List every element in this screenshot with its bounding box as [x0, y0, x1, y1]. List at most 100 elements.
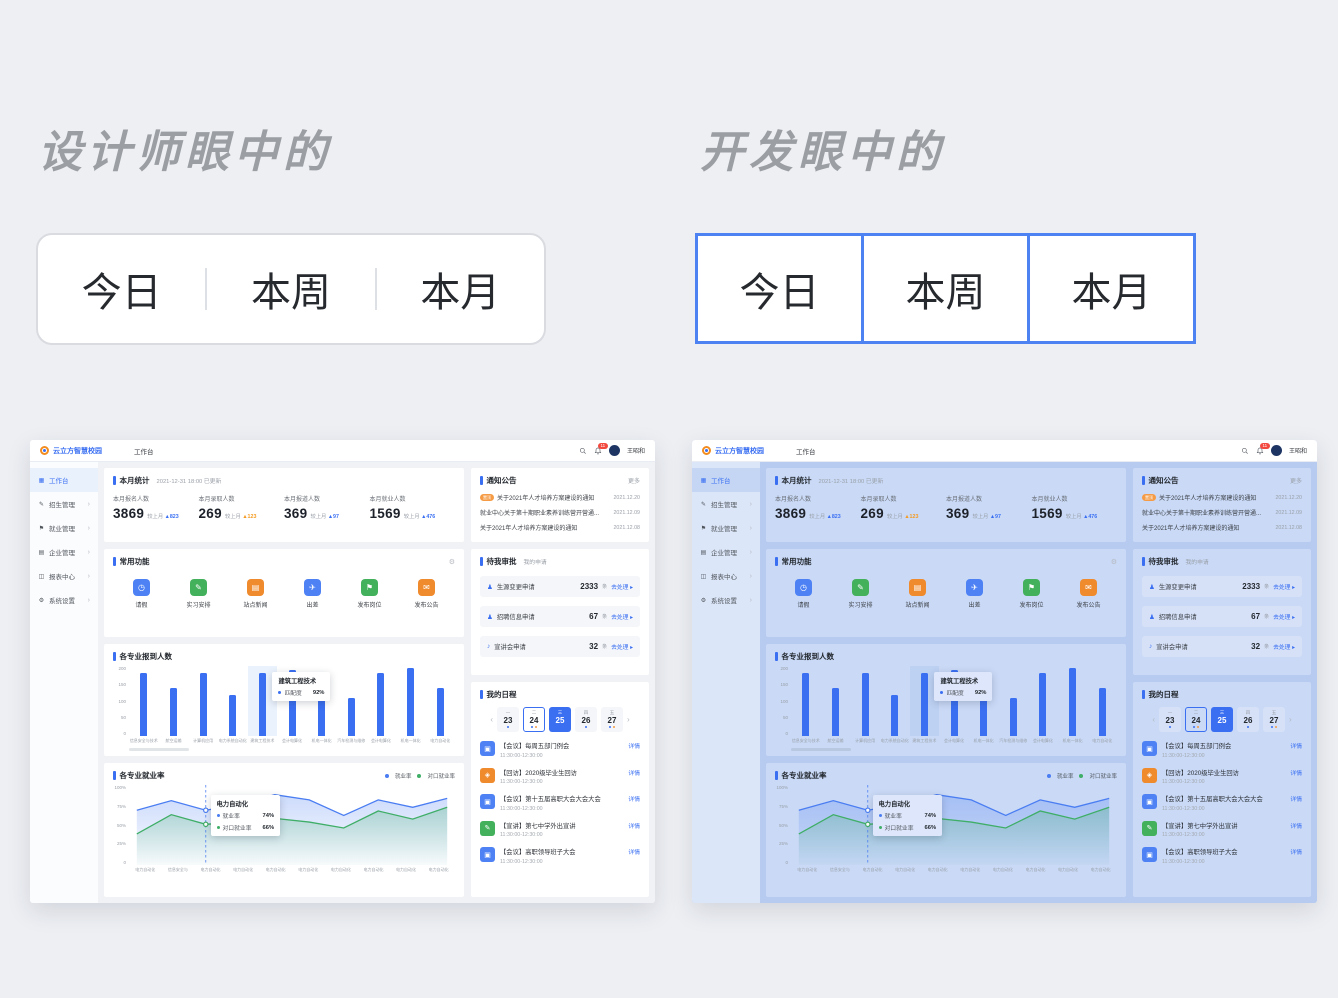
notice-item[interactable]: 置顶关于2021年人才培养方案建设的通知2021.12.20 [1142, 490, 1302, 505]
date-cell[interactable]: 三25 [1211, 707, 1233, 732]
quick-action[interactable]: ◷请假 [775, 579, 832, 609]
notice-item[interactable]: 就业中心关于第十期职业素养训练营开营通...2021.12.09 [1142, 505, 1302, 520]
bar-column[interactable] [1028, 666, 1058, 736]
prev-dates-icon[interactable]: ‹ [1152, 715, 1155, 724]
sidebar-item[interactable]: ✎招生管理› [692, 492, 760, 516]
segment-this-month[interactable]: 本月 [1027, 233, 1196, 344]
event-detail-link[interactable]: 详情 [628, 768, 640, 777]
chart-scrollbar[interactable] [791, 748, 851, 751]
bar-column[interactable] [821, 666, 851, 736]
sidebar-item[interactable]: ⚑就业管理› [30, 516, 98, 540]
notice-item[interactable]: 关于2021年人才培养方案建设的通知2021.12.08 [480, 520, 640, 535]
segment-this-week[interactable]: 本周 [861, 233, 1030, 344]
quick-action[interactable]: ⚑发布岗位 [1003, 579, 1060, 609]
bar-column[interactable] [880, 666, 910, 736]
quick-action[interactable]: ◷请假 [113, 579, 170, 609]
date-cell[interactable]: 三25 [549, 707, 571, 732]
customize-gear-icon[interactable]: ⚙ [1111, 558, 1117, 566]
bar-column[interactable] [1058, 666, 1088, 736]
sidebar-item[interactable]: ✎招生管理› [30, 492, 98, 516]
notice-item[interactable]: 关于2021年人才培养方案建设的通知2021.12.08 [1142, 520, 1302, 535]
approval-go-handle-link[interactable]: 去处理 ▸ [1273, 642, 1295, 651]
quick-action[interactable]: ⚑发布岗位 [341, 579, 398, 609]
approval-go-handle-link[interactable]: 去处理 ▸ [611, 582, 633, 591]
bar-column[interactable] [998, 666, 1028, 736]
date-cell[interactable]: 二24 [1185, 707, 1207, 732]
event-detail-link[interactable]: 详情 [628, 741, 640, 750]
quick-action[interactable]: ▤站点新闻 [227, 579, 284, 609]
approvals-tab-my-applications[interactable]: 我的申请 [1186, 557, 1209, 566]
bar-column[interactable] [218, 666, 248, 736]
segment-this-week[interactable]: 本周 [207, 260, 374, 318]
sidebar-item[interactable]: ◫报表中心› [692, 564, 760, 588]
bar-column[interactable] [336, 666, 366, 736]
notifications-bell-icon[interactable]: 11 [1256, 447, 1264, 455]
approvals-tab-pending[interactable]: 待我审批 [1149, 556, 1179, 567]
next-dates-icon[interactable]: › [627, 715, 630, 724]
search-icon[interactable] [1241, 447, 1249, 455]
bar-column[interactable] [188, 666, 218, 736]
bar-column[interactable] [1087, 666, 1117, 736]
segment-today[interactable]: 今日 [38, 260, 205, 318]
sidebar-item[interactable]: ▦工作台 [692, 468, 760, 492]
date-cell[interactable]: 二24 [523, 707, 545, 732]
sidebar-item[interactable]: ▦工作台 [30, 468, 98, 492]
approvals-tab-pending[interactable]: 待我审批 [487, 556, 517, 567]
quick-action[interactable]: ▤站点新闻 [889, 579, 946, 609]
event-detail-link[interactable]: 详情 [628, 821, 640, 830]
search-icon[interactable] [579, 447, 587, 455]
prev-dates-icon[interactable]: ‹ [490, 715, 493, 724]
bar-column[interactable] [159, 666, 189, 736]
date-cell[interactable]: 四26 [1237, 707, 1259, 732]
sidebar-item[interactable]: ▤企业管理› [692, 540, 760, 564]
topbar-tab-workbench[interactable]: 工作台 [134, 446, 154, 456]
approval-go-handle-link[interactable]: 去处理 ▸ [611, 642, 633, 651]
approval-go-handle-link[interactable]: 去处理 ▸ [611, 612, 633, 621]
date-cell[interactable]: 一23 [497, 707, 519, 732]
notices-more-link[interactable]: 更多 [628, 476, 640, 485]
quick-action[interactable]: ✉发布公告 [398, 579, 455, 609]
sidebar-item[interactable]: ▤企业管理› [30, 540, 98, 564]
segment-today[interactable]: 今日 [695, 233, 864, 344]
notice-item[interactable]: 置顶关于2021年人才培养方案建设的通知2021.12.20 [480, 490, 640, 505]
event-detail-link[interactable]: 详情 [1290, 847, 1302, 856]
quick-action[interactable]: ✈出差 [284, 579, 341, 609]
date-cell[interactable]: 一23 [1159, 707, 1181, 732]
bar-column[interactable] [129, 666, 159, 736]
event-detail-link[interactable]: 详情 [1290, 794, 1302, 803]
date-cell[interactable]: 四26 [575, 707, 597, 732]
approval-go-handle-link[interactable]: 去处理 ▸ [1273, 612, 1295, 621]
avatar[interactable] [609, 445, 620, 456]
sidebar-item[interactable]: ◫报表中心› [30, 564, 98, 588]
date-cell[interactable]: 五27 [601, 707, 623, 732]
bar-column[interactable] [425, 666, 455, 736]
bar-column[interactable] [396, 666, 426, 736]
bar-column[interactable] [850, 666, 880, 736]
approval-go-handle-link[interactable]: 去处理 ▸ [1273, 582, 1295, 591]
sidebar-item[interactable]: ⚙系统设置› [30, 588, 98, 612]
bar-column[interactable] [791, 666, 821, 736]
customize-gear-icon[interactable]: ⚙ [449, 558, 455, 566]
quick-action[interactable]: ✎实习安排 [170, 579, 227, 609]
segment-this-month[interactable]: 本月 [377, 260, 544, 318]
quick-action[interactable]: ✉发布公告 [1060, 579, 1117, 609]
chart-scrollbar[interactable] [129, 748, 189, 751]
sidebar-item[interactable]: ⚑就业管理› [692, 516, 760, 540]
quick-action[interactable]: ✎实习安排 [832, 579, 889, 609]
date-cell[interactable]: 五27 [1263, 707, 1285, 732]
event-detail-link[interactable]: 详情 [628, 847, 640, 856]
approvals-tab-my-applications[interactable]: 我的申请 [524, 557, 547, 566]
avatar[interactable] [1271, 445, 1282, 456]
event-detail-link[interactable]: 详情 [1290, 741, 1302, 750]
event-detail-link[interactable]: 详情 [628, 794, 640, 803]
notice-item[interactable]: 就业中心关于第十期职业素养训练营开营通...2021.12.09 [480, 505, 640, 520]
bar-column[interactable] [366, 666, 396, 736]
event-detail-link[interactable]: 详情 [1290, 821, 1302, 830]
topbar-tab-workbench[interactable]: 工作台 [796, 446, 816, 456]
notifications-bell-icon[interactable]: 11 [594, 447, 602, 455]
notices-more-link[interactable]: 更多 [1290, 476, 1302, 485]
quick-action[interactable]: ✈出差 [946, 579, 1003, 609]
next-dates-icon[interactable]: › [1289, 715, 1292, 724]
sidebar-item[interactable]: ⚙系统设置› [692, 588, 760, 612]
event-detail-link[interactable]: 详情 [1290, 768, 1302, 777]
